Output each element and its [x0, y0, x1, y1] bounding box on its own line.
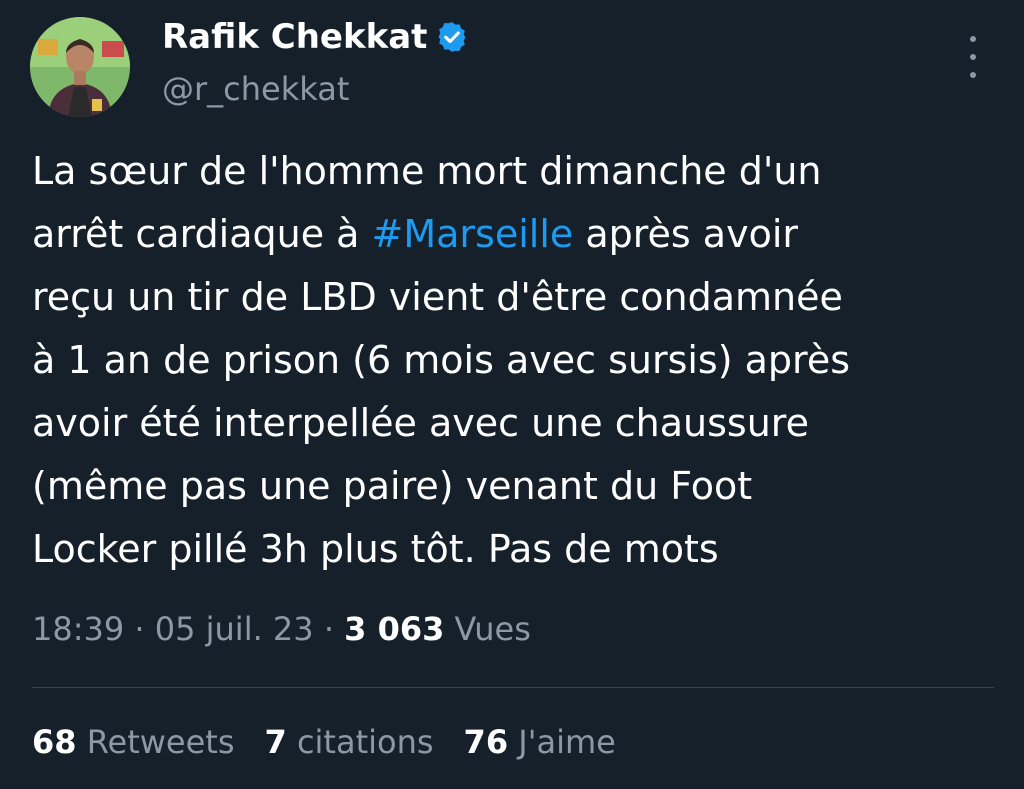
- tweet-text-line: arrêt cardiaque à #Marseille après avoir: [32, 203, 992, 266]
- avatar-image: [30, 17, 130, 117]
- hashtag-link[interactable]: #Marseille: [372, 212, 574, 256]
- tweet-text-line: avoir été interpellée avec une chaussure: [32, 392, 992, 455]
- likes-label: J'aime: [508, 723, 616, 761]
- tweet-text-line: La sœur de l'homme mort dimanche d'un: [32, 140, 992, 203]
- tweet-stats: 68 Retweets 7 citations 76 J'aime: [32, 723, 646, 761]
- dot: [970, 72, 976, 78]
- tweet-text-line: à 1 an de prison (6 mois avec sursis) ap…: [32, 329, 992, 392]
- tweet-text-line: (même pas une paire) venant du Foot: [32, 455, 992, 518]
- tweet-time[interactable]: 18:39: [32, 610, 124, 648]
- tweet-text-segment: après avoir: [573, 212, 799, 256]
- tweet-text-segment: à 1 an de prison (6 mois avec sursis) ap…: [32, 338, 851, 382]
- meta-separator: ·: [313, 610, 345, 648]
- tweet-text: La sœur de l'homme mort dimanche d'un arr…: [32, 140, 992, 581]
- tweet-text-segment: arrêt cardiaque à: [32, 212, 372, 256]
- tweet-text-segment: (même pas une paire) venant du Foot: [32, 464, 753, 508]
- dot: [970, 54, 976, 60]
- tweet-text-segment: Locker pillé 3h plus tôt. Pas de mots: [32, 527, 719, 571]
- dot: [970, 36, 976, 42]
- author-name-text: Rafik Chekkat: [162, 17, 428, 57]
- tweet-text-line: Locker pillé 3h plus tôt. Pas de mots: [32, 518, 992, 581]
- retweets-label: Retweets: [76, 723, 235, 761]
- quotes-count: 7: [264, 723, 287, 761]
- quotes-label: citations: [286, 723, 434, 761]
- divider: [32, 687, 994, 688]
- author-name[interactable]: Rafik Chekkat: [162, 17, 469, 57]
- avatar[interactable]: [30, 17, 130, 117]
- meta-separator: ·: [124, 610, 155, 648]
- quotes-stat[interactable]: 7 citations: [265, 723, 434, 761]
- tweet-date[interactable]: 05 juil. 23: [155, 610, 314, 648]
- verified-badge-icon: [435, 20, 469, 54]
- more-options-icon[interactable]: [958, 36, 988, 78]
- tweet-text-line: reçu un tir de LBD vient d'être condamné…: [32, 266, 992, 329]
- views-label: Vues: [444, 610, 531, 648]
- retweets-stat[interactable]: 68 Retweets: [32, 723, 235, 761]
- retweets-count: 68: [32, 723, 77, 761]
- tweet-text-segment: reçu un tir de LBD vient d'être condamné…: [32, 275, 843, 319]
- tweet-card: Rafik Chekkat @r_chekkat La sœur de l'ho…: [0, 0, 1024, 789]
- views-count[interactable]: 3 063: [344, 610, 444, 648]
- likes-count: 76: [463, 723, 509, 761]
- author-handle[interactable]: @r_chekkat: [162, 70, 349, 108]
- tweet-text-segment: avoir été interpellée avec une chaussure: [32, 401, 809, 445]
- tweet-text-segment: La sœur de l'homme mort dimanche d'un: [32, 149, 822, 193]
- tweet-meta: 18:39 · 05 juil. 23 · 3 063 Vues: [32, 610, 531, 648]
- likes-stat[interactable]: 76 J'aime: [464, 723, 616, 761]
